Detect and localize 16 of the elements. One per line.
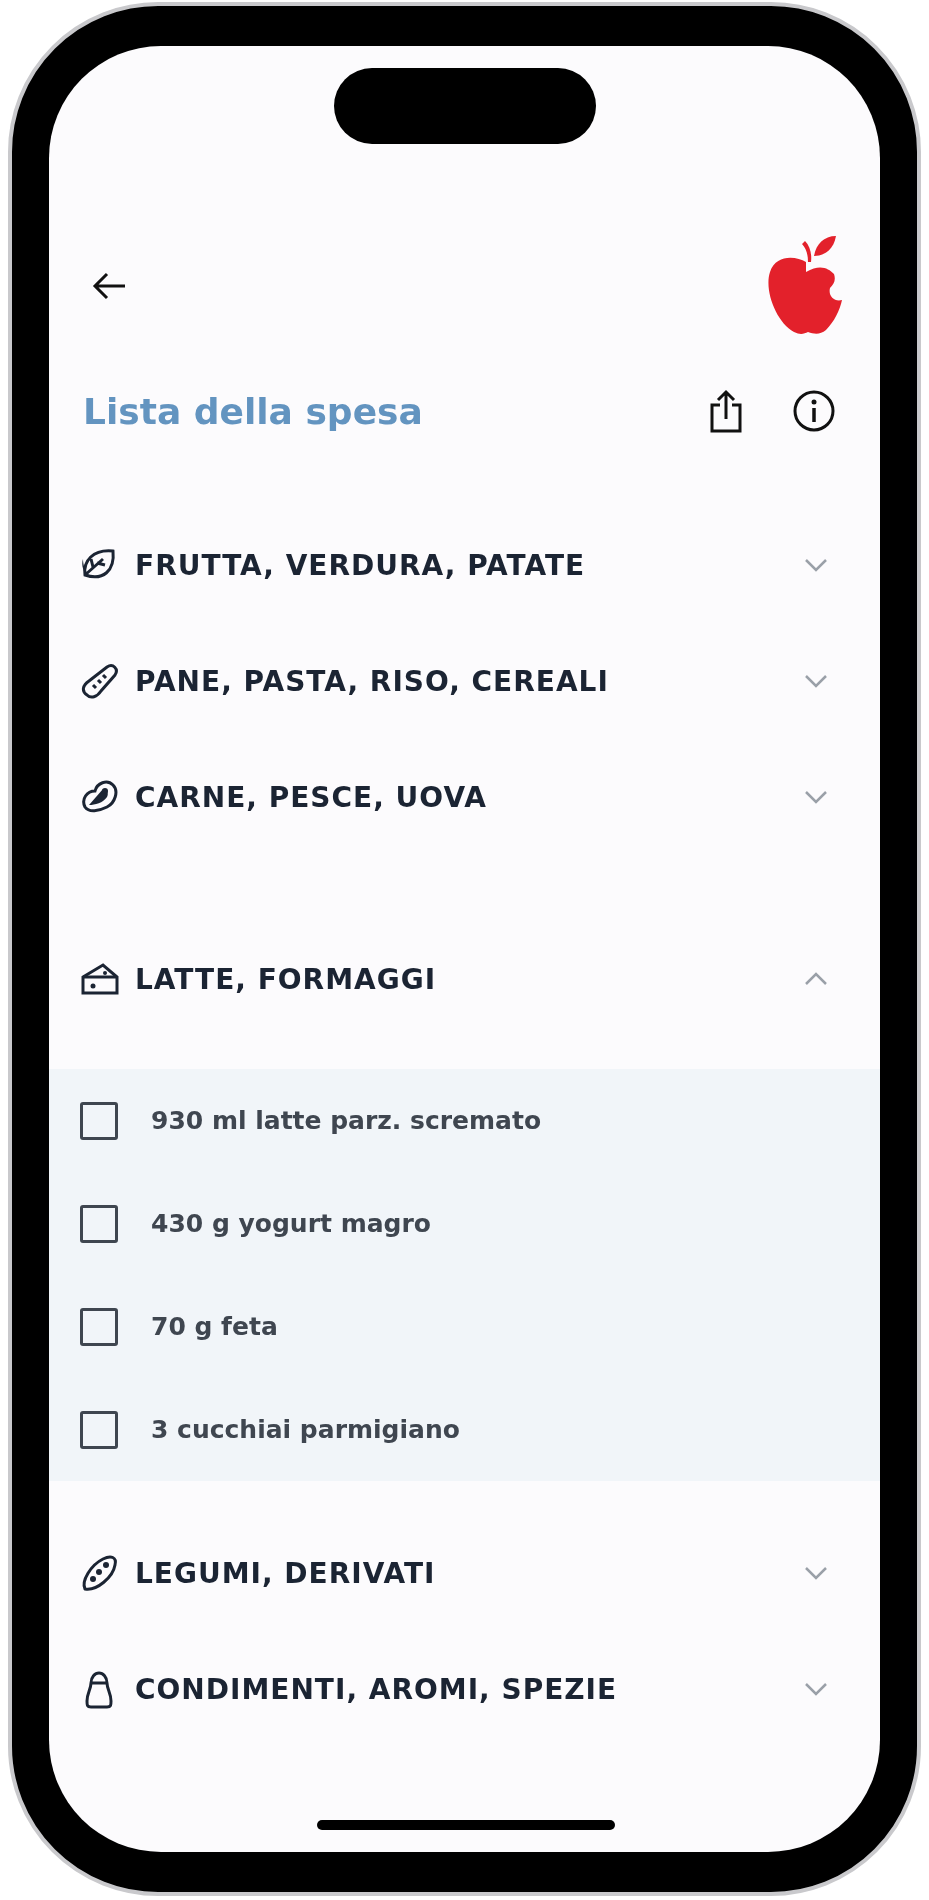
item-label: 430 g yogurt magro — [151, 1209, 431, 1238]
checkbox[interactable] — [80, 1204, 118, 1243]
checkbox[interactable] — [80, 1307, 118, 1346]
category-header[interactable]: LEGUMI, DERIVATI — [49, 1515, 880, 1631]
page-title: Lista della spesa — [83, 390, 424, 432]
category-header[interactable]: FRUTTA, VERDURA, PATATE — [49, 507, 880, 623]
category-header[interactable]: CONDIMENTI, AROMI, SPEZIE — [49, 1631, 880, 1747]
category-header[interactable]: PANE, PASTA, RISO, CEREALI — [49, 623, 880, 739]
item-label: 930 ml latte parz. scremato — [151, 1106, 542, 1135]
checkbox[interactable] — [80, 1410, 118, 1449]
baguette-icon — [79, 661, 119, 701]
checkbox[interactable] — [80, 1101, 118, 1140]
item-label: 70 g feta — [151, 1312, 278, 1341]
item-label: 3 cucchiai parmigiano — [151, 1415, 460, 1444]
category-header[interactable]: LATTE, FORMAGGI — [49, 921, 880, 1037]
category-header[interactable]: CARNE, PESCE, UOVA — [49, 739, 880, 855]
